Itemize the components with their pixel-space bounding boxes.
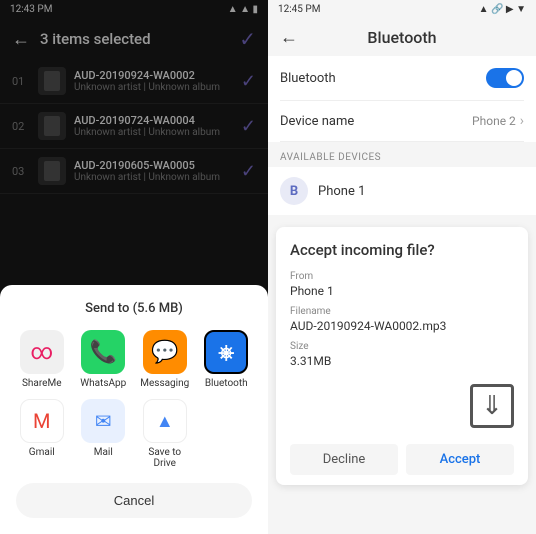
whatsapp-label: WhatsApp (80, 378, 126, 389)
filename-value: AUD-20190924-WA0002.mp3 (290, 319, 514, 333)
from-label: From (290, 271, 514, 282)
device-name-row[interactable]: Device name Phone 2 › (280, 101, 524, 142)
decline-button[interactable]: Decline (290, 444, 398, 475)
status-icons-right: ▲ 🔗 ▶ ▼ (479, 4, 526, 15)
empty-slot (201, 399, 253, 469)
share-item-messaging[interactable]: 💬 Messaging (139, 330, 191, 389)
device-initial: B (290, 184, 298, 199)
device-avatar-phone1: B (280, 177, 308, 205)
share-item-gmail[interactable]: M Gmail (16, 399, 68, 469)
share-grid-row1: ∞ ShareMe 📞 WhatsApp 💬 Messaging (16, 330, 252, 389)
bluetooth-toggle[interactable] (486, 68, 524, 88)
right-panel: 12:45 PM ▲ 🔗 ▶ ▼ ← Bluetooth Bluetooth D… (268, 0, 536, 534)
share-grid-row2: M Gmail ✉ Mail ▲ Save to Drive (16, 399, 252, 469)
back-arrow-right[interactable]: ← (280, 27, 298, 48)
share-dialog: Send to (5.6 MB) ∞ ShareMe 📞 WhatsApp 💬 (0, 285, 268, 534)
bluetooth-setting-label: Bluetooth (280, 71, 486, 86)
accept-dialog: Accept incoming file? From Phone 1 Filen… (276, 227, 528, 485)
share-item-whatsapp[interactable]: 📞 WhatsApp (78, 330, 130, 389)
filename-label: Filename (290, 306, 514, 317)
arrow-down-container: ⇓ (290, 376, 514, 436)
from-field: From Phone 1 (290, 271, 514, 298)
mail-icon: ✉ (81, 399, 125, 443)
time-right: 12:45 PM (278, 4, 320, 15)
bluetooth-toggle-row[interactable]: Bluetooth (280, 56, 524, 101)
share-title: Send to (5.6 MB) (16, 301, 252, 316)
status-bar-right: 12:45 PM ▲ 🔗 ▶ ▼ (268, 0, 536, 19)
size-value: 3.31MB (290, 354, 514, 368)
filename-field: Filename AUD-20190924-WA0002.mp3 (290, 306, 514, 333)
device-name-value: Phone 2 (472, 114, 516, 128)
drive-label: Save to Drive (139, 447, 191, 469)
download-arrow-icon: ⇓ (470, 384, 514, 428)
bluetooth-page-title: Bluetooth (308, 28, 496, 47)
from-value: Phone 1 (290, 284, 514, 298)
gmail-icon: M (20, 399, 64, 443)
share-item-bluetooth[interactable]: ⎈ Bluetooth (201, 330, 253, 389)
accept-button[interactable]: Accept (406, 444, 514, 475)
mail-label: Mail (94, 447, 113, 458)
accept-buttons: Decline Accept (290, 436, 514, 475)
shareme-label: ShareMe (22, 378, 62, 389)
share-item-mail[interactable]: ✉ Mail (78, 399, 130, 469)
drive-icon: ▲ (143, 399, 187, 443)
messaging-icon: 💬 (143, 330, 187, 374)
shareme-icon: ∞ (20, 330, 64, 374)
device-name-label: Device name (280, 114, 472, 129)
bluetooth-settings: Bluetooth Device name Phone 2 › (268, 56, 536, 142)
size-label: Size (290, 341, 514, 352)
bluetooth-icon: ⎈ (204, 330, 248, 374)
bluetooth-label: Bluetooth (205, 378, 248, 389)
device-row-phone1[interactable]: B Phone 1 (268, 167, 536, 215)
gmail-label: Gmail (29, 447, 55, 458)
accept-dialog-title: Accept incoming file? (290, 241, 514, 259)
share-item-drive[interactable]: ▲ Save to Drive (139, 399, 191, 469)
device-name-phone1: Phone 1 (318, 184, 365, 199)
size-field: Size 3.31MB (290, 341, 514, 368)
chevron-icon: › (520, 113, 524, 129)
left-panel: 12:43 PM ▲ ▲ ▮ ← 3 items selected ✓ 01 A… (0, 0, 268, 534)
share-item-shareme[interactable]: ∞ ShareMe (16, 330, 68, 389)
available-devices-label: AVAILABLE DEVICES (268, 142, 536, 167)
messaging-label: Messaging (140, 378, 189, 389)
whatsapp-icon: 📞 (81, 330, 125, 374)
bluetooth-header: ← Bluetooth (268, 19, 536, 56)
cancel-button[interactable]: Cancel (16, 483, 252, 518)
